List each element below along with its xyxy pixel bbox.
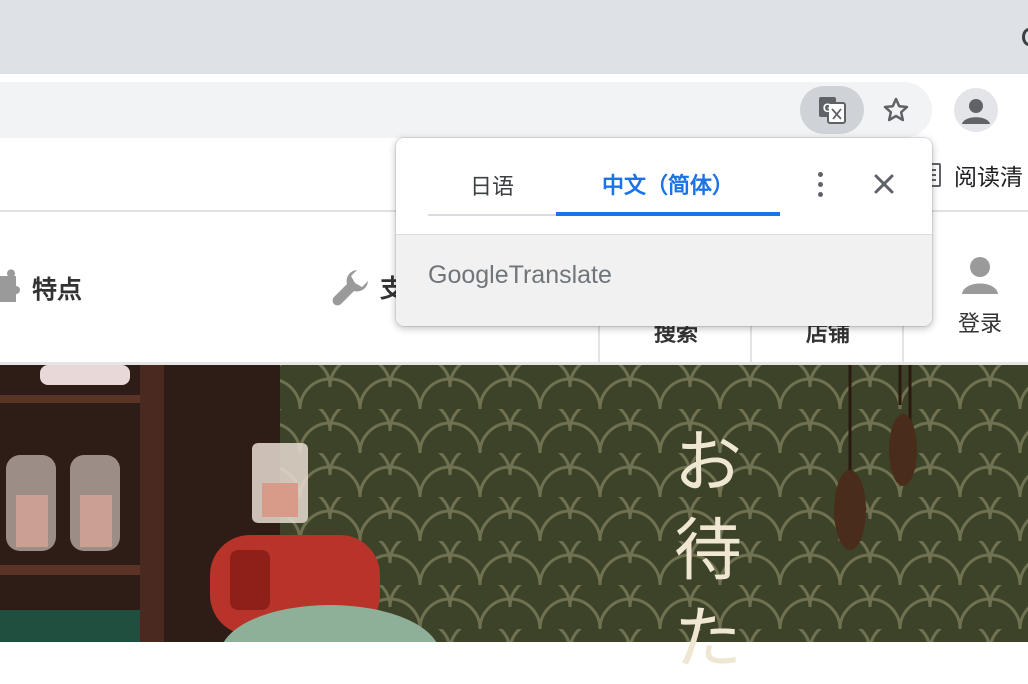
google-translate-logo: GoogleTranslate — [428, 261, 612, 290]
translate-page-button[interactable]: G — [800, 86, 864, 134]
more-options-button[interactable] — [804, 164, 836, 204]
login-button[interactable]: 登录 — [950, 254, 1010, 338]
more-vert-icon-dot — [817, 181, 823, 187]
tab-target-language[interactable]: 中文（简体） — [556, 156, 780, 216]
window-control-icon[interactable] — [1022, 28, 1028, 46]
hero-illustration — [0, 365, 1028, 642]
google-translate-icon: G — [819, 97, 846, 124]
profile-button[interactable] — [954, 88, 998, 132]
puzzle-icon — [0, 269, 20, 302]
svg-text:G: G — [823, 101, 832, 115]
reader-mode-label: 阅读清 — [954, 165, 1023, 191]
close-button[interactable] — [868, 166, 900, 202]
reader-mode-button[interactable]: 阅读清 — [922, 158, 1023, 192]
translate-popup-header: 日语 中文（简体） — [396, 138, 932, 235]
nav-item-features[interactable]: 特点 — [0, 268, 82, 308]
user-icon — [962, 257, 998, 294]
hero-image — [0, 365, 1028, 642]
bookmark-star-button[interactable] — [872, 86, 920, 134]
hero-char: 待 — [673, 512, 742, 591]
close-icon — [874, 174, 894, 194]
profile-icon — [962, 99, 990, 124]
brand-google: Google — [428, 261, 509, 289]
nav-item-support[interactable]: 支 — [330, 266, 405, 308]
brand-translate: Translate — [508, 261, 612, 289]
target-language-label: 中文（简体） — [601, 174, 734, 199]
bookmark-star-icon — [883, 97, 909, 122]
translate-popup-footer: GoogleTranslate — [396, 235, 932, 326]
wrench-icon — [332, 270, 368, 306]
more-vert-icon-dot — [817, 191, 823, 197]
hero-char: お — [673, 424, 742, 503]
hero-vertical-text: お 待 た — [668, 420, 748, 684]
tab-strip — [0, 0, 1028, 74]
more-vert-icon — [817, 171, 823, 177]
translate-popup: 日语 中文（简体） GoogleTranslate — [396, 138, 932, 326]
tab-source-language[interactable]: 日语 — [428, 156, 556, 216]
address-bar[interactable] — [0, 82, 932, 138]
source-language-label: 日语 — [469, 175, 514, 200]
login-label: 登录 — [957, 312, 1002, 337]
hero-char: た — [673, 600, 742, 679]
nav-features-label: 特点 — [32, 275, 83, 304]
